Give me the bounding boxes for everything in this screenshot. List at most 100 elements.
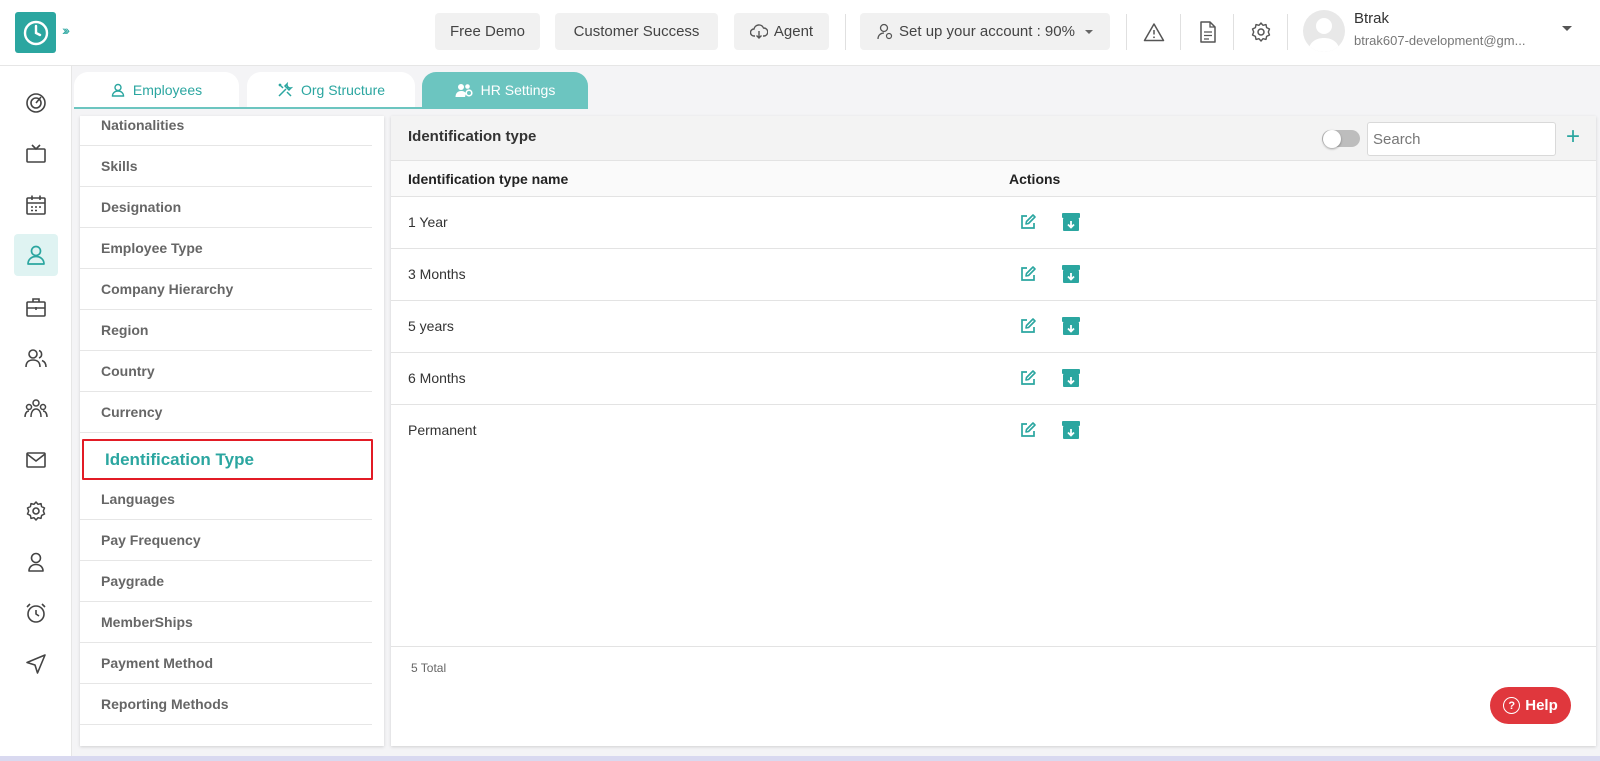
menu-item-identification-type[interactable]: Identification Type bbox=[82, 439, 373, 480]
row-name: 3 Months bbox=[408, 266, 466, 282]
question-icon: ? bbox=[1503, 697, 1521, 714]
help-button[interactable]: ? Help bbox=[1490, 687, 1571, 724]
menu-item-currency[interactable]: Currency bbox=[80, 392, 372, 433]
edit-icon[interactable] bbox=[1019, 265, 1037, 283]
nav-timesheet[interactable] bbox=[14, 592, 58, 634]
menu-item-skills[interactable]: Skills bbox=[80, 146, 372, 187]
nav-profile[interactable] bbox=[14, 541, 58, 583]
menu-item-employee-type[interactable]: Employee Type bbox=[80, 228, 372, 269]
send-arrow-icon bbox=[26, 654, 46, 674]
tab-employees[interactable]: Employees bbox=[74, 72, 239, 108]
edit-icon[interactable] bbox=[1019, 317, 1037, 335]
edit-icon[interactable] bbox=[1019, 369, 1037, 387]
user-avatar[interactable] bbox=[1303, 10, 1345, 52]
app-logo-clock-icon[interactable] bbox=[15, 12, 56, 53]
nav-calendar[interactable] bbox=[14, 184, 58, 226]
nav-employees[interactable] bbox=[14, 234, 58, 276]
menu-item-pay-frequency[interactable]: Pay Frequency bbox=[80, 520, 372, 561]
table-row: 1 Year bbox=[391, 197, 1596, 249]
menu-item-label: Reporting Methods bbox=[101, 696, 229, 712]
group-icon bbox=[24, 399, 48, 418]
archive-icon[interactable] bbox=[1061, 264, 1081, 284]
nav-tv[interactable] bbox=[14, 133, 58, 175]
nav-groups[interactable] bbox=[14, 388, 58, 430]
total-count: 5 Total bbox=[411, 661, 447, 675]
menu-item-label: Company Hierarchy bbox=[101, 281, 234, 297]
menu-item-region[interactable]: Region bbox=[80, 310, 372, 351]
expand-sidebar-icon[interactable]: ››› bbox=[62, 22, 70, 38]
table-header: Identification type name Actions bbox=[391, 161, 1596, 197]
search-input[interactable] bbox=[1367, 122, 1556, 156]
menu-item-label: Region bbox=[101, 322, 149, 338]
menu-item-label: Paygrade bbox=[101, 573, 165, 589]
nav-send[interactable] bbox=[14, 643, 58, 685]
header-divider bbox=[845, 14, 846, 50]
bottom-strip bbox=[0, 756, 1600, 761]
menu-item-label: Nationalities bbox=[101, 117, 185, 133]
archived-toggle[interactable] bbox=[1322, 130, 1360, 148]
column-header-actions: Actions bbox=[1009, 171, 1061, 187]
add-identification-type-button[interactable]: + bbox=[1566, 124, 1580, 150]
left-navigation-rail bbox=[0, 66, 72, 761]
cloud-download-icon bbox=[749, 23, 768, 39]
mail-icon bbox=[26, 452, 46, 468]
customer-success-label: Customer Success bbox=[573, 23, 700, 40]
menu-item-label: Languages bbox=[101, 491, 175, 507]
settings-gear-icon[interactable] bbox=[1249, 20, 1273, 44]
nav-assets[interactable] bbox=[14, 286, 58, 328]
free-demo-label: Free Demo bbox=[449, 23, 526, 40]
identification-type-panel: Identification type + Identification typ… bbox=[391, 116, 1596, 746]
tab-org-structure[interactable]: Org Structure bbox=[247, 72, 415, 108]
menu-item-country[interactable]: Country bbox=[80, 351, 372, 392]
edit-icon[interactable] bbox=[1019, 213, 1037, 231]
agent-button[interactable]: Agent bbox=[734, 13, 829, 50]
nav-dashboard[interactable] bbox=[14, 82, 58, 124]
tabs-underline bbox=[74, 107, 588, 109]
free-demo-button[interactable]: Free Demo bbox=[435, 13, 540, 50]
header-divider bbox=[1180, 14, 1181, 50]
menu-item-label: Identification Type bbox=[105, 449, 254, 469]
edit-icon[interactable] bbox=[1019, 421, 1037, 439]
menu-item-company-hierarchy[interactable]: Company Hierarchy bbox=[80, 269, 372, 310]
tools-icon bbox=[278, 82, 293, 97]
menu-item-memberships[interactable]: MemberShips bbox=[80, 602, 372, 643]
briefcase-icon bbox=[26, 298, 46, 317]
document-icon[interactable] bbox=[1196, 20, 1220, 44]
tab-hr-settings[interactable]: HR Settings bbox=[422, 72, 588, 108]
menu-item-payment-method[interactable]: Payment Method bbox=[80, 643, 372, 684]
hr-settings-menu: Nationalities Skills Designation Employe… bbox=[80, 116, 384, 746]
archive-icon[interactable] bbox=[1061, 316, 1081, 336]
menu-item-nationalities[interactable]: Nationalities bbox=[80, 116, 372, 146]
user-menu-chevron-down-icon[interactable] bbox=[1562, 26, 1572, 31]
menu-item-languages[interactable]: Languages bbox=[80, 479, 372, 520]
person-badge-icon bbox=[28, 552, 44, 572]
table-row: 5 years bbox=[391, 301, 1596, 353]
nav-mail[interactable] bbox=[14, 439, 58, 481]
tab-employees-label: Employees bbox=[132, 82, 203, 98]
panel-title: Identification type bbox=[408, 128, 537, 145]
archive-icon[interactable] bbox=[1061, 368, 1081, 388]
menu-item-label: Country bbox=[101, 363, 155, 379]
menu-item-designation[interactable]: Designation bbox=[80, 187, 372, 228]
header-divider bbox=[1233, 14, 1234, 50]
agent-label: Agent bbox=[773, 23, 814, 40]
menu-item-reporting-methods[interactable]: Reporting Methods bbox=[80, 684, 372, 725]
menu-item-label: Pay Frequency bbox=[101, 532, 201, 548]
customer-success-button[interactable]: Customer Success bbox=[555, 13, 718, 50]
nav-team[interactable] bbox=[14, 337, 58, 379]
table-row: Permanent bbox=[391, 405, 1596, 457]
nav-settings[interactable] bbox=[14, 490, 58, 532]
table-row: 6 Months bbox=[391, 353, 1596, 405]
menu-item-label: Currency bbox=[101, 404, 163, 420]
archive-icon[interactable] bbox=[1061, 212, 1081, 232]
user-name: Btrak bbox=[1354, 10, 1390, 27]
header-divider bbox=[1287, 14, 1288, 50]
archive-icon[interactable] bbox=[1061, 420, 1081, 440]
menu-item-label: Payment Method bbox=[101, 655, 214, 671]
tv-icon bbox=[26, 144, 46, 163]
warning-icon[interactable] bbox=[1142, 20, 1166, 44]
users-gear-icon bbox=[455, 83, 473, 97]
calendar-icon bbox=[26, 195, 46, 215]
setup-account-dropdown[interactable]: Set up your account : 90% bbox=[860, 13, 1110, 50]
menu-item-paygrade[interactable]: Paygrade bbox=[80, 561, 372, 602]
